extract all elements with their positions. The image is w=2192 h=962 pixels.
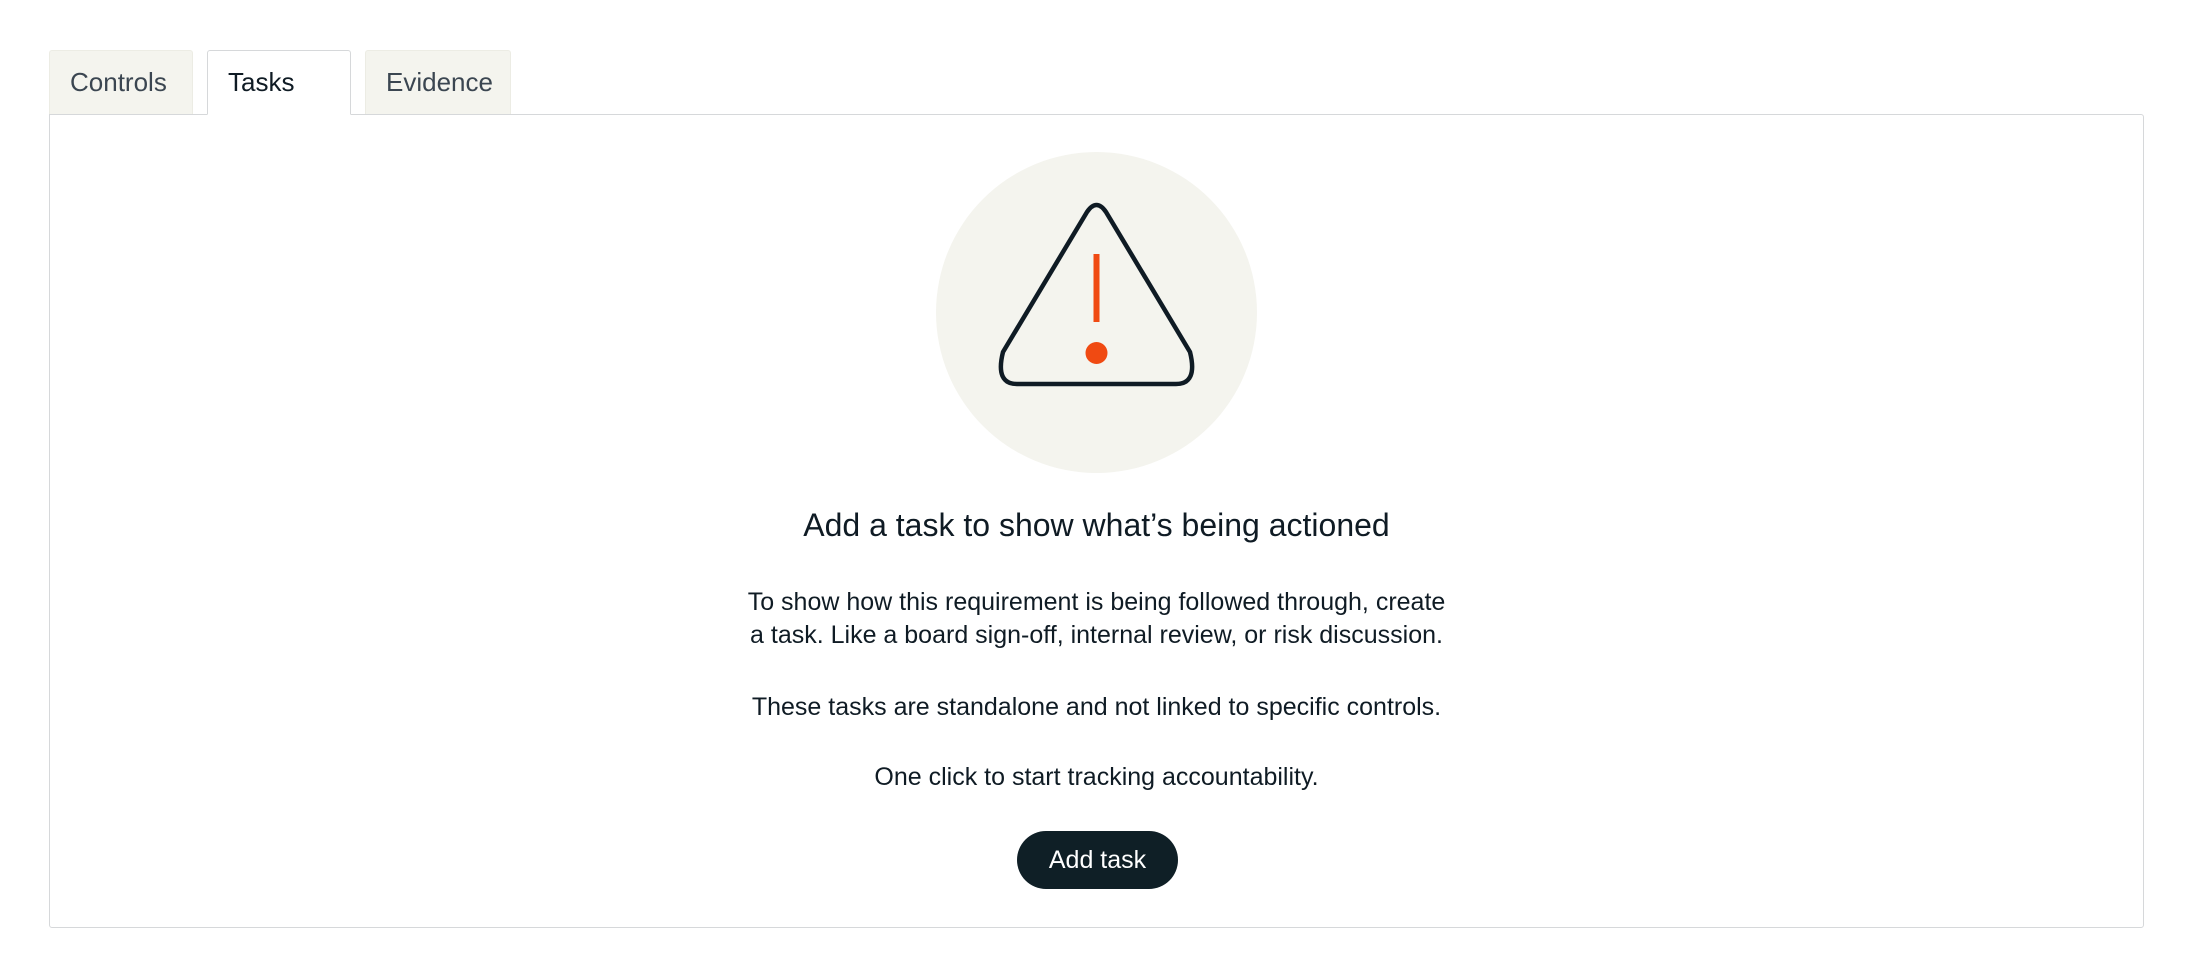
tabbed-panel: Controls Tasks Evidence Add a task to sh… bbox=[49, 50, 2144, 928]
tasks-panel: Add a task to show what’s being actioned… bbox=[49, 114, 2144, 928]
warning-triangle-icon bbox=[998, 202, 1195, 387]
tab-bar: Controls Tasks Evidence bbox=[49, 50, 2144, 115]
tab-tasks[interactable]: Tasks bbox=[207, 50, 351, 115]
description-line-1: To show how this requirement is being fo… bbox=[747, 588, 1446, 616]
tab-controls[interactable]: Controls bbox=[49, 50, 193, 114]
exclamation-dot bbox=[1085, 342, 1108, 364]
empty-state-note: These tasks are standalone and not linke… bbox=[751, 693, 1442, 721]
add-task-button[interactable]: Add task bbox=[1017, 831, 1178, 889]
empty-state-illustration bbox=[936, 152, 1257, 473]
empty-state-description: To show how this requirement is being fo… bbox=[50, 586, 2143, 652]
empty-state-heading: Add a task to show what’s being actioned bbox=[803, 507, 1390, 543]
tab-evidence[interactable]: Evidence bbox=[365, 50, 511, 114]
description-line-2: a task. Like a board sign-off, internal … bbox=[750, 621, 1443, 649]
empty-state-cta-text: One click to start tracking accountabili… bbox=[874, 763, 1319, 791]
